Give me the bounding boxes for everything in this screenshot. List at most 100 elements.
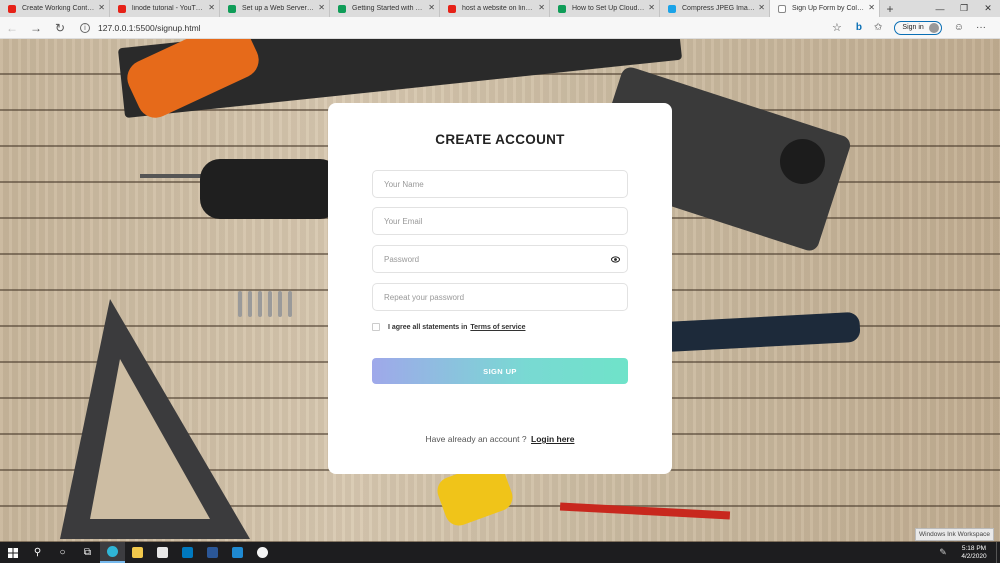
star-icon[interactable]: ☆ [832, 21, 842, 34]
tab-label: Sign Up Form by Colorlib [792, 5, 865, 12]
url-text[interactable]: 127.0.0.1:5500/signup.html [98, 23, 824, 33]
favorites-icon[interactable]: ✩ [874, 22, 882, 33]
email-input[interactable] [372, 207, 628, 235]
tab-label: Set up a Web Server and H [242, 5, 315, 12]
document-icon [338, 4, 346, 13]
youtube-icon [8, 4, 16, 13]
tab-label: How to Set Up Cloudflare w [572, 5, 645, 12]
page-title: CREATE ACCOUNT [435, 132, 565, 147]
signup-card: CREATE ACCOUNT I agree all statements in… [328, 103, 672, 474]
plane-knob-image [780, 139, 825, 184]
system-tray: ✎ 5:18 PM 4/2/2020 [934, 542, 1000, 563]
screw-image [288, 291, 292, 317]
screw-image [248, 291, 252, 317]
terms-link[interactable]: Terms of service [470, 324, 525, 331]
screw-image [258, 291, 262, 317]
clock-date: 4/2/2020 [961, 552, 987, 560]
chisel-image [659, 311, 861, 353]
windows-start-icon[interactable] [0, 542, 25, 563]
tab-7[interactable]: Sign Up Form by Colorlib ✕ [770, 0, 880, 17]
minimize-icon[interactable]: — [928, 0, 952, 17]
file-explorer-icon[interactable] [125, 542, 150, 563]
compress-icon [668, 4, 676, 13]
bing-icon[interactable]: b [856, 22, 862, 33]
pen-icon[interactable]: ✎ [934, 547, 952, 558]
youtube-icon [118, 4, 126, 13]
restore-icon[interactable]: ❐ [952, 0, 976, 17]
vscode-icon[interactable] [225, 542, 250, 563]
screw-image [268, 291, 272, 317]
youtube-icon [448, 4, 456, 13]
close-icon[interactable]: ✕ [208, 3, 215, 13]
tab-3[interactable]: Getting Started with NGINX✕ [330, 0, 440, 17]
word-icon[interactable] [200, 542, 225, 563]
tab-label: Compress JPEG Images Onl [682, 5, 755, 12]
photos-icon[interactable] [250, 542, 275, 563]
document-icon [228, 4, 236, 13]
agree-text: I agree all statements in [388, 323, 468, 331]
page-viewport: CREATE ACCOUNT I agree all statements in… [0, 39, 1000, 542]
forward-icon[interactable]: → [24, 17, 48, 39]
back-icon[interactable]: ← [0, 17, 24, 39]
address-bar[interactable]: i 127.0.0.1:5500/signup.html ☆ [80, 17, 850, 39]
refresh-icon[interactable]: ↻ [48, 17, 72, 39]
tab-0[interactable]: Create Working Contact Fo✕ [0, 0, 110, 17]
screw-image [238, 291, 242, 317]
address-toolbar: ← → ↻ i 127.0.0.1:5500/signup.html ☆ b ✩… [0, 17, 1000, 39]
edge-browser-icon[interactable] [100, 542, 125, 563]
signup-button[interactable]: SIGN UP [372, 358, 628, 384]
close-icon[interactable]: ✕ [758, 3, 765, 13]
tab-6[interactable]: Compress JPEG Images Onl✕ [660, 0, 770, 17]
browser-tools: ✩ Sign in ☺ ··· [868, 20, 992, 35]
taskbar: ⚲ ○ ⧉ ✎ 5:18 PM 4/2/2020 [0, 542, 1000, 563]
close-icon[interactable]: ✕ [428, 3, 435, 13]
window-controls: — ❐ ✕ [928, 0, 1000, 17]
eye-icon[interactable] [610, 254, 620, 264]
repeat-password-input[interactable] [372, 283, 628, 311]
new-tab-icon[interactable]: + [880, 0, 900, 17]
clock[interactable]: 5:18 PM 4/2/2020 [952, 545, 996, 561]
login-link[interactable]: Login here [531, 434, 574, 444]
cortana-icon[interactable]: ○ [50, 542, 75, 563]
close-icon[interactable]: ✕ [538, 3, 545, 13]
close-icon[interactable]: ✕ [868, 3, 875, 13]
tab-5[interactable]: How to Set Up Cloudflare w✕ [550, 0, 660, 17]
show-desktop-button[interactable] [996, 542, 1000, 563]
clock-time: 5:18 PM [961, 544, 987, 552]
tab-label: Getting Started with NGINX [352, 5, 425, 12]
login-prompt-row: Have already an account ? Login here [328, 434, 672, 444]
more-icon[interactable]: ··· [976, 22, 986, 33]
login-prompt: Have already an account ? [425, 434, 527, 444]
screw-image [278, 291, 282, 317]
name-input[interactable] [372, 170, 628, 198]
feedback-icon[interactable]: ☺ [954, 22, 964, 33]
tab-label: Create Working Contact Fo [22, 5, 95, 12]
drill-image [200, 159, 340, 219]
page-icon [778, 4, 786, 13]
tab-1[interactable]: linode tutorial - YouTube ✕ [110, 0, 220, 17]
tab-4[interactable]: host a website on linode - ✕ [440, 0, 550, 17]
ink-workspace-tooltip: Windows Ink Workspace [914, 528, 994, 541]
info-icon[interactable]: i [80, 22, 90, 33]
tab-strip: Create Working Contact Fo✕ linode tutori… [0, 0, 1000, 17]
tab-label: host a website on linode - [462, 5, 535, 12]
store-icon[interactable] [150, 542, 175, 563]
search-icon[interactable]: ⚲ [25, 542, 50, 563]
close-icon[interactable]: ✕ [648, 3, 655, 13]
password-input[interactable] [372, 245, 628, 273]
trello-icon[interactable] [175, 542, 200, 563]
agree-checkbox[interactable] [372, 323, 380, 331]
agree-row: I agree all statements in Terms of servi… [372, 323, 526, 331]
document-icon [558, 4, 566, 13]
tab-2[interactable]: Set up a Web Server and H✕ [220, 0, 330, 17]
speed-square-image [60, 299, 250, 539]
tab-label: linode tutorial - YouTube [132, 5, 205, 12]
sign-in-button[interactable]: Sign in [894, 20, 942, 35]
task-view-icon[interactable]: ⧉ [75, 542, 100, 563]
close-icon[interactable]: ✕ [98, 3, 105, 13]
avatar [928, 22, 939, 33]
close-window-icon[interactable]: ✕ [976, 0, 1000, 17]
pencil-image [559, 502, 731, 520]
sign-in-label: Sign in [902, 24, 924, 31]
close-icon[interactable]: ✕ [318, 3, 325, 13]
